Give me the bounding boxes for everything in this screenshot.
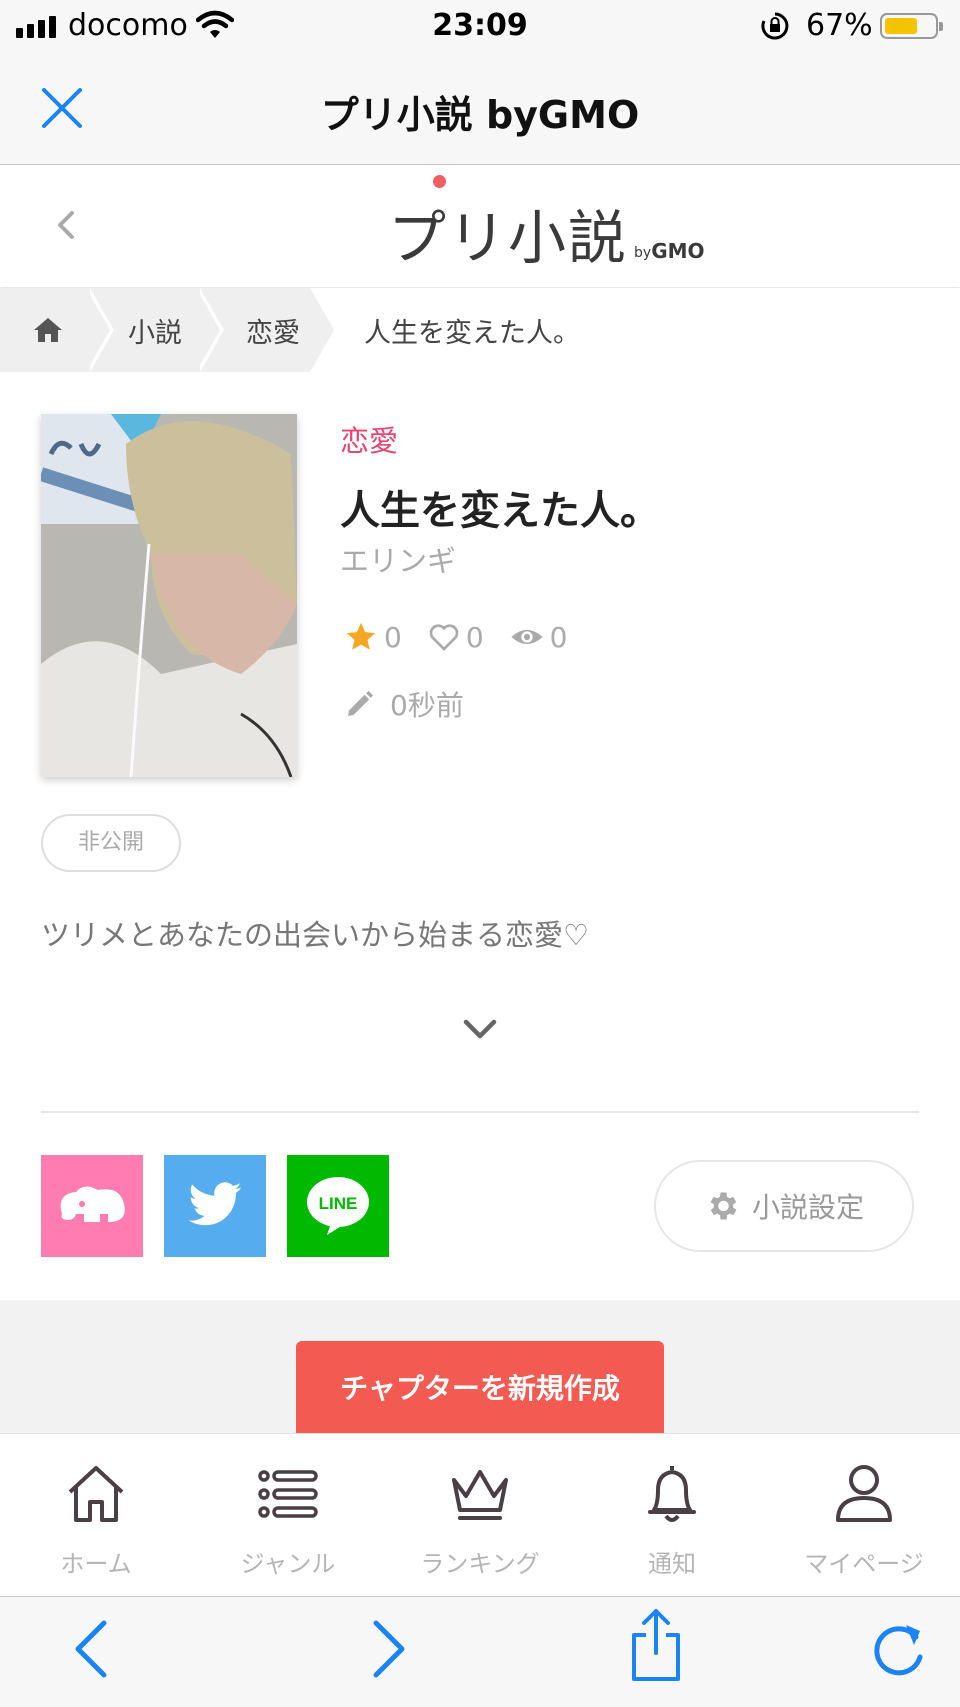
divider — [41, 1111, 919, 1113]
tab-mypage[interactable]: マイページ — [768, 1434, 960, 1596]
bottom-tab-bar: ホーム ジャンル ランキング 通知 マイページ — [0, 1433, 960, 1596]
novel-settings-label: 小説設定 — [751, 1191, 864, 1224]
list-icon — [258, 1470, 318, 1518]
cover-image[interactable] — [41, 414, 297, 777]
rotation-lock-icon — [760, 11, 790, 45]
update-info: 0秒前 — [344, 684, 464, 724]
like-count: 0 — [465, 620, 484, 654]
breadcrumb-separator — [86, 288, 110, 372]
updated-time: 0秒前 — [390, 689, 464, 722]
tab-notifications-label: 通知 — [648, 1550, 696, 1578]
site-header: プリ小説 by GMO — [0, 165, 960, 287]
novel-stats: 0 0 0 — [344, 620, 593, 654]
elephant-icon — [60, 1186, 125, 1222]
star-count: 0 — [384, 620, 402, 654]
breadcrumb: 小説 恋愛 人生を変えた人。 — [0, 288, 960, 372]
novel-title: 人生を変えた人。 — [340, 488, 660, 534]
logo-text: プリ小説 — [388, 204, 629, 272]
breadcrumb-home[interactable] — [32, 288, 64, 372]
tab-home[interactable]: ホーム — [0, 1434, 192, 1596]
pencil-icon — [348, 690, 374, 716]
share-line-button[interactable]: LINE — [287, 1155, 389, 1257]
reload-icon[interactable] — [868, 1617, 928, 1685]
back-chevron-icon[interactable] — [46, 205, 86, 249]
breadcrumb-separator — [196, 288, 220, 372]
browser-toolbar — [0, 1596, 960, 1707]
tab-home-label: ホーム — [60, 1550, 132, 1578]
star-icon — [346, 622, 376, 650]
user-icon — [836, 1465, 892, 1522]
share-icon[interactable] — [628, 1607, 684, 1687]
new-chapter-button[interactable]: チャプターを新規作成 — [296, 1341, 664, 1433]
view-count: 0 — [549, 620, 568, 654]
expand-chevron-icon[interactable] — [460, 1016, 500, 1048]
synopsis-text: ツリメとあなたの出会いから始まる恋愛♡ — [41, 918, 589, 952]
share-twitter-button[interactable] — [164, 1155, 266, 1257]
battery-icon — [880, 13, 943, 39]
author-name[interactable]: エリンギ — [340, 538, 456, 580]
browser-back-icon[interactable] — [68, 1617, 118, 1685]
status-bar: docomo 23:09 67% — [0, 0, 960, 54]
bell-icon — [648, 1466, 696, 1522]
home-icon — [68, 1466, 124, 1522]
novel-settings-button[interactable]: 小説設定 — [654, 1160, 914, 1252]
browser-nav-bar: プリ小説 byGMO — [0, 54, 960, 165]
site-logo[interactable]: プリ小説 by GMO — [388, 175, 705, 272]
breadcrumb-item-current: 人生を変えた人。 — [364, 317, 580, 349]
tab-genre-label: ジャンル — [240, 1550, 336, 1578]
genre-tag[interactable]: 恋愛 — [340, 418, 398, 460]
tab-genre[interactable]: ジャンル — [192, 1434, 384, 1596]
breadcrumb-item-genre[interactable]: 恋愛 — [246, 288, 300, 372]
twitter-bird-icon — [188, 1182, 242, 1226]
tab-mypage-label: マイページ — [804, 1550, 924, 1578]
battery-percent: 67% — [806, 8, 873, 43]
tab-ranking[interactable]: ランキング — [384, 1434, 576, 1596]
tab-ranking-label: ランキング — [420, 1550, 540, 1578]
crown-icon — [452, 1470, 508, 1520]
logo-gmo-text: GMO — [651, 239, 705, 263]
logo-dot — [433, 175, 446, 188]
breadcrumb-separator — [310, 288, 334, 372]
eye-icon — [511, 629, 543, 645]
gear-icon — [710, 1192, 737, 1220]
browser-forward-icon[interactable] — [362, 1617, 412, 1685]
browser-title: プリ小説 byGMO — [320, 93, 640, 137]
share-prichat-button[interactable] — [41, 1155, 143, 1257]
tab-notifications[interactable]: 通知 — [576, 1434, 768, 1596]
line-logo-text: LINE — [319, 1194, 358, 1213]
line-icon: LINE — [307, 1177, 369, 1235]
breadcrumb-item-novel[interactable]: 小説 — [128, 288, 182, 372]
home-icon — [34, 318, 62, 342]
heart-icon — [429, 624, 459, 651]
visibility-badge: 非公開 — [41, 814, 181, 872]
logo-by-text: by — [634, 245, 652, 261]
